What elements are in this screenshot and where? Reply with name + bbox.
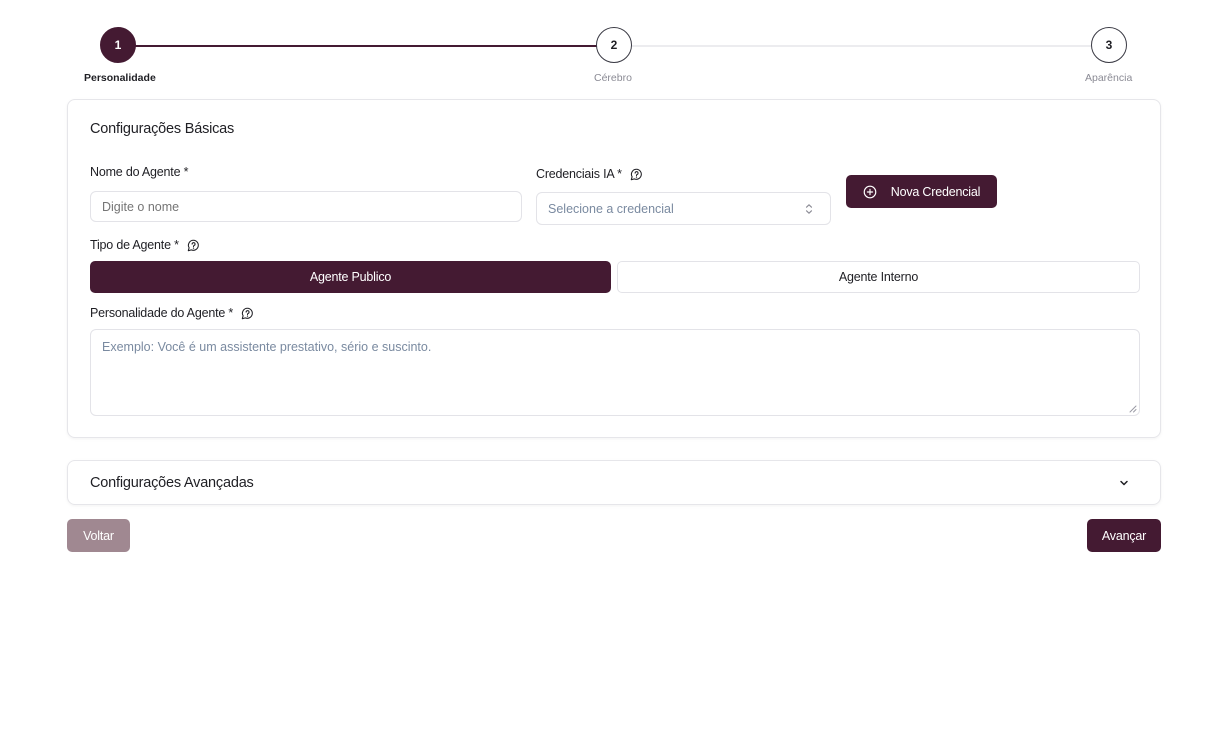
personality-placeholder: Exemplo: Você é um assistente prestativo… [102, 340, 432, 354]
credentials-select[interactable]: Selecione a credencial [536, 192, 831, 225]
agent-type-public-option[interactable]: Agente Publico [90, 261, 611, 293]
message-help-icon[interactable] [630, 168, 643, 181]
credentials-label: Credenciais IA * [536, 167, 643, 181]
agent-type-label: Tipo de Agente * [90, 238, 200, 252]
stepper: 1 2 3 Personalidade Cérebro Aparência [0, 0, 1229, 95]
step-connector-pending [614, 45, 1109, 47]
step-2-indicator[interactable]: 2 [596, 27, 632, 63]
resize-handle-icon[interactable] [1129, 405, 1137, 413]
step-1-label: Personalidade [84, 72, 156, 84]
chevron-down-icon[interactable] [1118, 477, 1130, 489]
agent-name-input[interactable] [90, 191, 522, 222]
message-help-icon[interactable] [187, 239, 200, 252]
new-credential-button[interactable]: Nova Credencial [846, 175, 997, 208]
step-3-indicator[interactable]: 3 [1091, 27, 1127, 63]
advanced-config-title: Configurações Avançadas [90, 474, 254, 491]
advanced-config-accordion[interactable]: Configurações Avançadas [67, 460, 1161, 505]
agent-type-internal-label: Agente Interno [838, 270, 919, 284]
back-button[interactable]: Voltar [67, 519, 130, 552]
basic-config-title: Configurações Básicas [90, 121, 235, 137]
agent-name-label-text: Nome do Agente * [90, 165, 189, 179]
personality-label: Personalidade do Agente * [90, 306, 254, 320]
step-1-indicator[interactable]: 1 [100, 27, 136, 63]
step-3-label: Aparência [1085, 72, 1133, 84]
back-button-label: Voltar [83, 528, 114, 543]
next-button-label: Avançar [1101, 528, 1147, 543]
agent-type-public-label: Agente Publico [309, 270, 392, 284]
chevron-up-down-icon [805, 203, 813, 214]
credentials-label-text: Credenciais IA * [536, 167, 622, 181]
plus-circle-icon [863, 185, 877, 198]
agent-type-internal-option[interactable]: Agente Interno [617, 261, 1140, 293]
agent-name-label: Nome do Agente * [90, 165, 188, 179]
personality-label-text: Personalidade do Agente * [90, 306, 234, 320]
agent-type-label-text: Tipo de Agente * [90, 238, 179, 252]
next-button[interactable]: Avançar [1087, 519, 1161, 552]
new-credential-label: Nova Credencial [890, 184, 981, 199]
personality-textarea[interactable]: Exemplo: Você é um assistente prestativo… [90, 329, 1140, 416]
basic-config-card: Configurações Básicas Nome do Agente * C… [67, 99, 1161, 438]
credentials-select-value: Selecione a credencial [548, 201, 674, 216]
message-help-icon[interactable] [241, 307, 254, 320]
step-connector-completed [119, 45, 614, 47]
step-2-label: Cérebro [594, 72, 632, 84]
